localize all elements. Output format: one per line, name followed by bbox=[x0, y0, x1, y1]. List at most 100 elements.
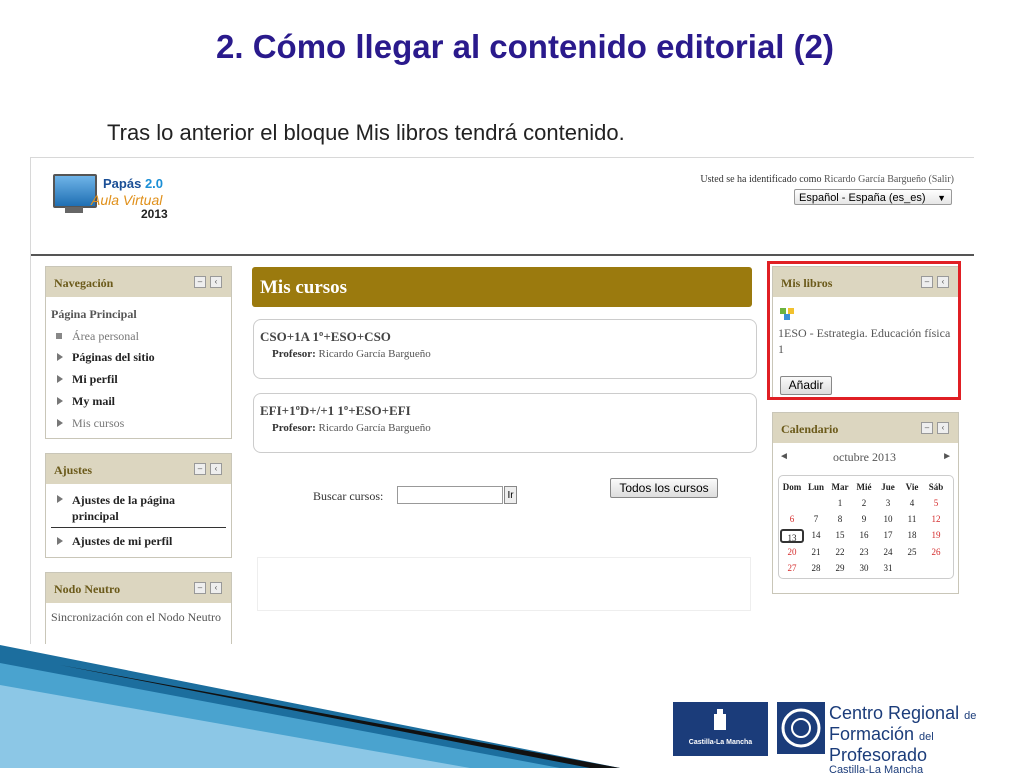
nodo-link[interactable]: Sincronización con el Nodo Neutro bbox=[51, 609, 221, 625]
calendar-grid: Dom Lun Mar Mié Jue Vie Sáb 1 2 3 4 5 6 … bbox=[778, 475, 954, 579]
block-title: Nodo Neutro bbox=[54, 582, 121, 596]
nav-item-mis-cursos[interactable]: Mis cursos bbox=[57, 416, 124, 431]
nav-item-area-personal[interactable]: Área personal bbox=[56, 329, 139, 344]
nodo-neutro-block: Nodo Neutro – ‹ Sincronización con el No… bbox=[45, 572, 232, 644]
decorative-footer-swoosh bbox=[0, 645, 620, 768]
calendar-day[interactable]: 30 bbox=[852, 563, 876, 573]
jccm-logo: Castilla-La Mancha bbox=[673, 702, 768, 756]
user-link[interactable]: Ricardo García Bargueño bbox=[824, 174, 926, 185]
nav-item-my-mail[interactable]: My mail bbox=[57, 394, 115, 409]
calendar-day[interactable]: 14 bbox=[804, 530, 828, 540]
collapse-icon[interactable]: – bbox=[194, 582, 206, 594]
calendar-day[interactable]: 23 bbox=[852, 547, 876, 557]
calendar-day[interactable]: 3 bbox=[876, 498, 900, 508]
calendar-day[interactable]: 31 bbox=[876, 563, 900, 573]
mis-cursos-header: Mis cursos bbox=[252, 267, 752, 307]
expand-arrow-icon bbox=[57, 397, 63, 405]
calendar-day[interactable]: 22 bbox=[828, 547, 852, 557]
calendar-day[interactable]: 1 bbox=[828, 498, 852, 508]
expand-arrow-icon bbox=[57, 495, 63, 503]
calendar-day[interactable]: 8 bbox=[828, 514, 852, 524]
nav-item-paginas[interactable]: Páginas del sitio bbox=[57, 350, 155, 365]
login-info: Usted se ha identificado como Ricardo Ga… bbox=[700, 174, 954, 185]
course-teacher: Profesor: Ricardo García Bargueño bbox=[272, 348, 431, 360]
coat-of-arms-icon bbox=[714, 709, 726, 730]
block-title: Ajustes bbox=[54, 463, 92, 477]
calendar-day[interactable]: 17 bbox=[876, 530, 900, 540]
ajustes-divider bbox=[51, 527, 226, 528]
calendar-day[interactable]: 21 bbox=[804, 547, 828, 557]
course-name[interactable]: EFI+1ºD+/+1 1º+ESO+EFI bbox=[260, 403, 411, 419]
logo-papas: Papás 2.0 bbox=[103, 176, 164, 191]
highlight-frame bbox=[767, 261, 961, 400]
monitor-stand-icon bbox=[65, 207, 83, 213]
language-select[interactable]: Español - España (es_es) ▼ bbox=[794, 189, 952, 205]
dock-icon[interactable]: ‹ bbox=[937, 422, 949, 434]
calendar-day[interactable]: 10 bbox=[876, 514, 900, 524]
course-card[interactable]: CSO+1A 1º+ESO+CSO Profesor: Ricardo Garc… bbox=[253, 319, 757, 379]
block-header: Nodo Neutro – ‹ bbox=[46, 573, 231, 603]
moodle-screenshot: Papás 2.0 Aula Virtual 2013 Usted se ha … bbox=[30, 157, 974, 644]
calendar-day[interactable]: 4 bbox=[900, 498, 924, 508]
all-courses-button[interactable]: Todos los cursos bbox=[610, 478, 718, 498]
dock-icon[interactable]: ‹ bbox=[210, 276, 222, 288]
calendar-day[interactable]: 28 bbox=[804, 563, 828, 573]
dock-icon[interactable]: ‹ bbox=[210, 463, 222, 475]
collapse-icon[interactable]: – bbox=[194, 276, 206, 288]
site-logo[interactable]: Papás 2.0 Aula Virtual 2013 bbox=[51, 170, 181, 225]
calendar-day[interactable]: 6 bbox=[780, 514, 804, 524]
calendar-day[interactable]: 25 bbox=[900, 547, 924, 557]
calendar-day[interactable]: 29 bbox=[828, 563, 852, 573]
search-courses-input[interactable] bbox=[397, 486, 503, 504]
course-teacher: Profesor: Ricardo García Bargueño bbox=[272, 422, 431, 434]
ajustes-item-perfil[interactable]: Ajustes de mi perfil bbox=[57, 534, 172, 549]
calendar-day[interactable]: 20 bbox=[780, 547, 804, 557]
expand-arrow-icon bbox=[57, 353, 63, 361]
globe-icon bbox=[781, 708, 821, 748]
calendar-day[interactable]: 2 bbox=[852, 498, 876, 508]
crfp-logo-text: Centro Regional de Formación del Profeso… bbox=[829, 703, 977, 776]
calendar-day[interactable]: 5 bbox=[924, 498, 948, 508]
nav-item-mi-perfil[interactable]: Mi perfil bbox=[57, 372, 118, 387]
weekday-header: Vie bbox=[905, 482, 919, 492]
calendar-day[interactable]: 12 bbox=[924, 514, 948, 524]
calendar-day[interactable]: 11 bbox=[900, 514, 924, 524]
calendar-day-today[interactable]: 13 bbox=[780, 529, 804, 543]
expand-arrow-icon bbox=[57, 419, 63, 427]
collapse-icon[interactable]: – bbox=[921, 422, 933, 434]
calendar-day[interactable]: 16 bbox=[852, 530, 876, 540]
calendar-day[interactable]: 27 bbox=[780, 563, 804, 573]
logo-aula: Aula Virtual bbox=[91, 192, 163, 208]
block-title: Calendario bbox=[781, 422, 839, 436]
weekday-header: Mié bbox=[856, 482, 872, 492]
nav-root-link[interactable]: Página Principal bbox=[51, 307, 137, 322]
calendar-day[interactable]: 19 bbox=[924, 530, 948, 540]
dropdown-arrow-icon: ▼ bbox=[937, 193, 946, 203]
search-courses-label: Buscar cursos: bbox=[313, 489, 384, 503]
logo-year: 2013 bbox=[141, 207, 168, 221]
weekday-header: Jue bbox=[881, 482, 895, 492]
expand-arrow-icon bbox=[57, 537, 63, 545]
expand-arrow-icon bbox=[57, 375, 63, 383]
calendar-day[interactable]: 24 bbox=[876, 547, 900, 557]
calendar-day[interactable]: 9 bbox=[852, 514, 876, 524]
calendar-day[interactable]: 7 bbox=[804, 514, 828, 524]
weekday-header: Dom bbox=[782, 482, 802, 492]
course-card[interactable]: EFI+1ºD+/+1 1º+ESO+EFI Profesor: Ricardo… bbox=[253, 393, 757, 453]
block-header: Ajustes – ‹ bbox=[46, 454, 231, 484]
calendar-day[interactable]: 15 bbox=[828, 530, 852, 540]
ajustes-block: Ajustes – ‹ Ajustes de la página princip… bbox=[45, 453, 232, 558]
dock-icon[interactable]: ‹ bbox=[210, 582, 222, 594]
empty-content-area bbox=[257, 557, 751, 611]
collapse-icon[interactable]: – bbox=[194, 463, 206, 475]
calendar-day[interactable]: 18 bbox=[900, 530, 924, 540]
next-month-icon[interactable]: ► bbox=[942, 451, 952, 462]
logout-link[interactable]: (Salir) bbox=[928, 174, 954, 185]
weekday-header: Sáb bbox=[928, 482, 944, 492]
weekday-header: Mar bbox=[831, 482, 849, 492]
calendar-day[interactable]: 26 bbox=[924, 547, 948, 557]
course-name[interactable]: CSO+1A 1º+ESO+CSO bbox=[260, 329, 391, 345]
search-go-button[interactable]: Ir bbox=[504, 486, 517, 504]
ajustes-item-pagina[interactable]: Ajustes de la página principal bbox=[57, 492, 222, 524]
crfp-logo-mark bbox=[777, 702, 825, 754]
